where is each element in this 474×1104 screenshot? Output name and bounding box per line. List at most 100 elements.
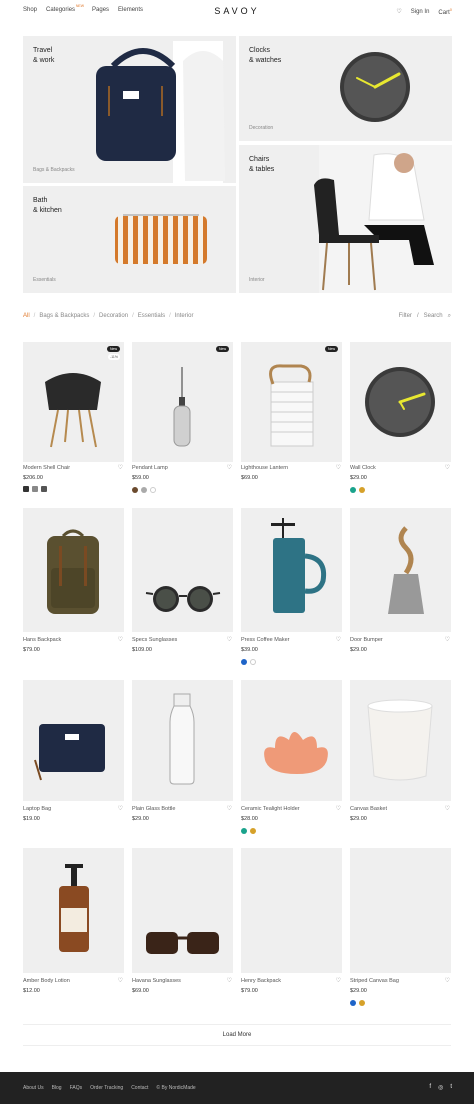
- wishlist-heart-icon[interactable]: ♡: [118, 978, 123, 984]
- variant-thumb[interactable]: [23, 486, 29, 492]
- footer-link-blog[interactable]: Blog: [52, 1085, 62, 1091]
- hero-caption[interactable]: Decoration: [249, 125, 273, 131]
- footer-link-order-tracking[interactable]: Order Tracking: [90, 1085, 123, 1091]
- color-swatch[interactable]: [359, 487, 365, 493]
- product-image[interactable]: [23, 508, 124, 632]
- hero-tile-chairs[interactable]: Chairs & tables Interior: [239, 145, 452, 293]
- product-name[interactable]: Striped Canvas Bag: [350, 978, 399, 984]
- product-card[interactable]: Door Bumper ♡ $29.00: [350, 508, 451, 668]
- product-image[interactable]: New -11%: [23, 342, 124, 462]
- product-image[interactable]: [350, 680, 451, 801]
- sign-in-link[interactable]: Sign In: [411, 9, 430, 15]
- color-swatch[interactable]: [350, 1000, 356, 1006]
- wishlist-heart-icon[interactable]: ♡: [336, 637, 341, 643]
- filter-cat-all[interactable]: All: [23, 313, 30, 319]
- footer-link-faqs[interactable]: FAQs: [70, 1085, 83, 1091]
- product-card[interactable]: New Lighthouse Lantern ♡ $69.00: [241, 342, 342, 502]
- color-swatch[interactable]: [150, 487, 156, 493]
- search-icon[interactable]: ⌕: [448, 313, 451, 320]
- product-card[interactable]: Amber Body Lotion ♡ $12.00: [23, 848, 124, 1008]
- facebook-icon[interactable]: f: [429, 1084, 431, 1091]
- wishlist-heart-icon[interactable]: ♡: [445, 637, 450, 643]
- color-swatch[interactable]: [241, 828, 247, 834]
- product-name[interactable]: Lighthouse Lantern: [241, 465, 288, 471]
- wishlist-heart-icon[interactable]: ♡: [445, 978, 450, 984]
- product-card[interactable]: New -11% Modern Shell Chair ♡ $206.00: [23, 342, 124, 502]
- filter-cat-interior[interactable]: Interior: [175, 313, 194, 319]
- wishlist-heart-icon[interactable]: ♡: [336, 465, 341, 471]
- heart-icon[interactable]: ♡: [396, 8, 401, 15]
- product-card[interactable]: Laptop Bag ♡ $19.00: [23, 680, 124, 840]
- product-name[interactable]: Pendant Lamp: [132, 465, 168, 471]
- product-image[interactable]: [350, 342, 451, 462]
- product-image[interactable]: [23, 680, 124, 801]
- product-card[interactable]: Havana Sunglasses ♡ $69.00: [132, 848, 233, 1008]
- product-image[interactable]: New: [241, 342, 342, 462]
- product-card[interactable]: Canvas Basket ♡ $29.00: [350, 680, 451, 840]
- product-name[interactable]: Hans Backpack: [23, 637, 61, 643]
- product-image[interactable]: [23, 848, 124, 973]
- color-swatch[interactable]: [250, 828, 256, 834]
- product-name[interactable]: Modern Shell Chair: [23, 465, 70, 471]
- color-swatch[interactable]: [359, 1000, 365, 1006]
- product-card[interactable]: Ceramic Tealight Holder ♡ $28.00: [241, 680, 342, 840]
- product-name[interactable]: Press Coffee Maker: [241, 637, 290, 643]
- product-image[interactable]: [132, 680, 233, 801]
- wishlist-heart-icon[interactable]: ♡: [118, 637, 123, 643]
- product-image[interactable]: [132, 848, 233, 973]
- product-card[interactable]: Striped Canvas Bag ♡ $29.00: [350, 848, 451, 1008]
- hero-caption[interactable]: Bags & Backpacks: [33, 167, 75, 173]
- filter-cat-decoration[interactable]: Decoration: [99, 313, 128, 319]
- wishlist-heart-icon[interactable]: ♡: [336, 806, 341, 812]
- product-name[interactable]: Henry Backpack: [241, 978, 281, 984]
- color-swatch[interactable]: [132, 487, 138, 493]
- product-image[interactable]: New: [132, 342, 233, 462]
- product-image[interactable]: [241, 848, 342, 973]
- search-button[interactable]: Search: [424, 313, 443, 320]
- wishlist-heart-icon[interactable]: ♡: [118, 806, 123, 812]
- variant-thumb[interactable]: [41, 486, 47, 492]
- wishlist-heart-icon[interactable]: ♡: [336, 978, 341, 984]
- product-card[interactable]: New Pendant Lamp ♡ $59.00: [132, 342, 233, 502]
- filter-cat-bags[interactable]: Bags & Backpacks: [39, 313, 89, 319]
- wishlist-heart-icon[interactable]: ♡: [227, 465, 232, 471]
- product-card[interactable]: Hans Backpack ♡ $79.00: [23, 508, 124, 668]
- product-name[interactable]: Door Bumper: [350, 637, 383, 643]
- product-image[interactable]: [241, 508, 342, 632]
- product-card[interactable]: Henry Backpack ♡ $79.00: [241, 848, 342, 1008]
- hero-caption[interactable]: Interior: [249, 277, 265, 283]
- product-name[interactable]: Amber Body Lotion: [23, 978, 70, 984]
- instagram-icon[interactable]: ◎: [438, 1084, 443, 1091]
- color-swatch[interactable]: [250, 659, 256, 665]
- wishlist-heart-icon[interactable]: ♡: [227, 978, 232, 984]
- variant-thumb[interactable]: [32, 486, 38, 492]
- wishlist-heart-icon[interactable]: ♡: [445, 465, 450, 471]
- hero-tile-travel[interactable]: Travel & work Bags & Backpacks: [23, 36, 236, 183]
- product-card[interactable]: Specs Sunglasses ♡ $109.00: [132, 508, 233, 668]
- hero-tile-bath[interactable]: Bath & kitchen Essentials: [23, 186, 236, 293]
- product-name[interactable]: Canvas Basket: [350, 806, 387, 812]
- footer-link-about[interactable]: About Us: [23, 1085, 44, 1091]
- color-swatch[interactable]: [241, 659, 247, 665]
- product-image[interactable]: [241, 680, 342, 801]
- product-name[interactable]: Ceramic Tealight Holder: [241, 806, 300, 812]
- hero-tile-clocks[interactable]: Clocks & watches Decoration: [239, 36, 452, 141]
- filter-cat-essentials[interactable]: Essentials: [138, 313, 165, 319]
- color-swatch[interactable]: [350, 487, 356, 493]
- twitter-icon[interactable]: t: [450, 1084, 452, 1091]
- cart-link[interactable]: Cart0: [438, 7, 452, 16]
- product-name[interactable]: Havana Sunglasses: [132, 978, 181, 984]
- product-name[interactable]: Laptop Bag: [23, 806, 51, 812]
- product-name[interactable]: Plain Glass Bottle: [132, 806, 175, 812]
- product-card[interactable]: Press Coffee Maker ♡ $39.00: [241, 508, 342, 668]
- product-image[interactable]: [350, 848, 451, 973]
- product-image[interactable]: [350, 508, 451, 632]
- filter-button[interactable]: Filter: [399, 313, 412, 320]
- load-more-button[interactable]: Load More: [23, 1024, 451, 1046]
- wishlist-heart-icon[interactable]: ♡: [227, 637, 232, 643]
- product-image[interactable]: [132, 508, 233, 632]
- color-swatch[interactable]: [141, 487, 147, 493]
- hero-caption[interactable]: Essentials: [33, 277, 56, 283]
- wishlist-heart-icon[interactable]: ♡: [118, 465, 123, 471]
- product-card[interactable]: Plain Glass Bottle ♡ $29.00: [132, 680, 233, 840]
